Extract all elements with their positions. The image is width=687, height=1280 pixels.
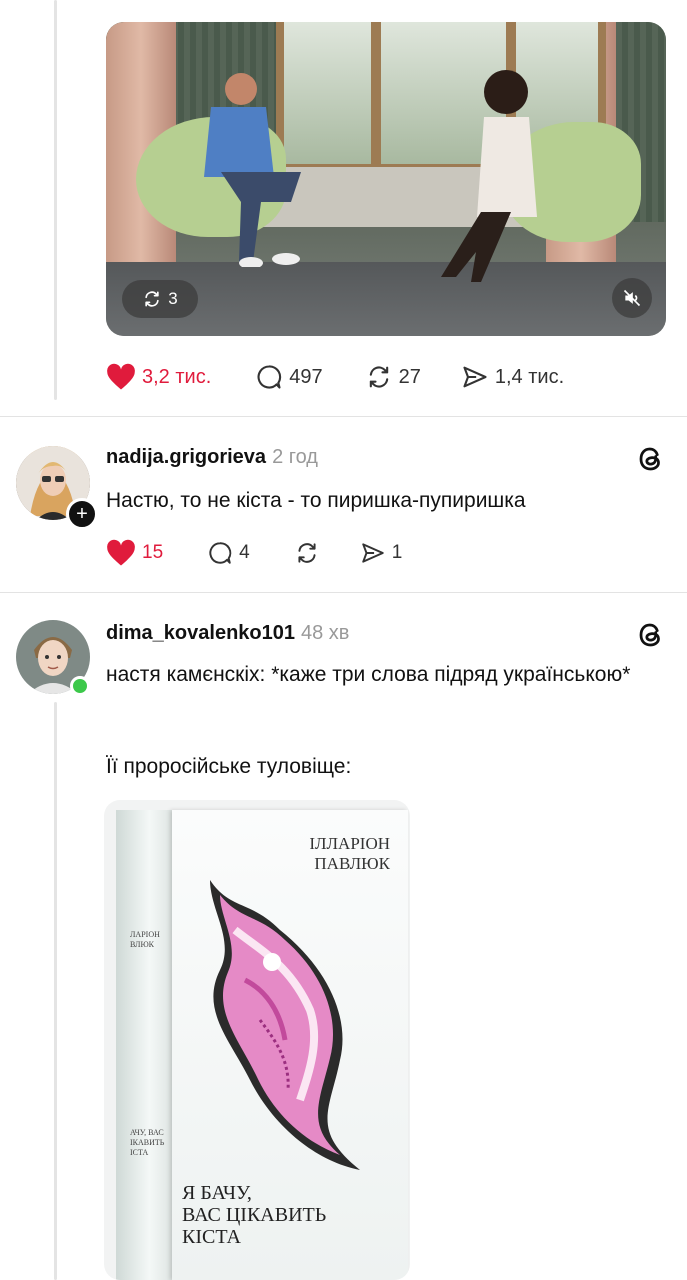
comment-count: 497 [289,365,323,388]
book-cover-illustration [210,880,360,1170]
comment-header: nadija.grigorieva 2 год [106,446,318,469]
threads-logo-icon[interactable] [636,620,666,650]
send-icon [463,366,487,388]
thread-line-bottom [54,702,57,1280]
heart-filled-icon [107,539,135,566]
post-actions: 3,2 тис. 497 27 1,4 тис. [106,360,564,394]
share-count: 1 [391,542,403,563]
repost-count: 27 [398,365,421,388]
speaker-muted-icon [623,289,641,307]
username[interactable]: dima_kovalenko101 [106,622,295,644]
book-spine: ЛАРІОН ВЛЮК АЧУ, ВАС ІКАВИТЬ ІСТА [116,810,172,1280]
username[interactable]: nadija.grigorieva [106,446,266,468]
online-status-dot [70,676,90,696]
comment-bubble-icon [209,542,232,564]
reply-count: 4 [239,542,250,563]
reply-button[interactable]: 4 [207,540,250,566]
repost-icon [369,366,388,388]
comment-button[interactable]: 497 [255,363,323,391]
heart-filled-icon [107,363,135,390]
spine-author: ЛАРІОН ВЛЮК [130,930,160,950]
separator [0,592,687,593]
video-scene [441,70,537,282]
separator [0,416,687,417]
comment-text: Настю, то не кіста - то пиришка-пупиришк… [106,489,526,512]
send-icon [361,543,384,563]
spine-title: АЧУ, ВАС ІКАВИТЬ ІСТА [130,1128,164,1158]
spine-title-line: ІКАВИТЬ [130,1138,165,1147]
comment-bubble-icon [257,365,282,389]
spine-title-line: АЧУ, ВАС [130,1128,164,1137]
like-button[interactable]: 15 [106,539,163,567]
spine-author-line: ВЛЮК [130,940,155,949]
like-count: 15 [142,542,164,563]
repost-icon [298,543,316,563]
book-author: ІЛЛАРІОН ПАВЛЮК [309,834,390,874]
share-button[interactable]: 1 [360,540,403,566]
comment-text: настя камєнскіх: *каже три слова підряд … [106,663,631,686]
repost-count: 3 [168,289,178,308]
video-player[interactable]: 3 [106,22,666,336]
comment-text-second-paragraph: Її проросійське туловіще: [106,755,352,778]
repost-icon [145,291,159,307]
video-scene [371,22,381,172]
book-title-line: ВАС ЦІКАВИТЬ [182,1204,327,1226]
spine-author-line: ЛАРІОН [130,930,160,939]
book-title: Я БАЧУ, ВАС ЦІКАВИТЬ КІСТА [182,1182,326,1248]
mute-button[interactable] [612,278,652,318]
repost-button[interactable] [294,540,320,566]
timestamp: 2 год [272,446,318,468]
book-cover: ІЛЛАРІОН ПАВЛЮК Я БАЧУ, ВАС ЦІКАВИТЬ КІС… [172,810,408,1280]
like-button[interactable]: 3,2 тис. [106,363,211,391]
comment-actions: 15 4 1 [106,537,402,569]
book-title-line: Я БАЧУ, [182,1182,252,1204]
comment-header: dima_kovalenko101 48 хв [106,622,349,645]
threads-logo-icon[interactable] [636,444,666,474]
spine-title-line: ІСТА [130,1148,149,1157]
book-author-line: ІЛЛАРІОН [309,834,390,853]
book-title-line: КІСТА [182,1226,242,1248]
timestamp: 48 хв [301,622,350,644]
repost-count-pill[interactable]: 3 [122,280,198,318]
share-count: 1,4 тис. [494,365,565,388]
attached-image[interactable]: ЛАРІОН ВЛЮК АЧУ, ВАС ІКАВИТЬ ІСТА ІЛЛАРІ… [104,800,410,1280]
like-count: 3,2 тис. [142,365,212,388]
share-button[interactable]: 1,4 тис. [461,363,564,391]
repost-button[interactable]: 27 [365,363,421,391]
follow-plus-button[interactable]: + [66,498,98,530]
plus-icon: + [76,503,88,525]
thread-line-top [54,0,57,400]
video-scene [204,73,301,267]
